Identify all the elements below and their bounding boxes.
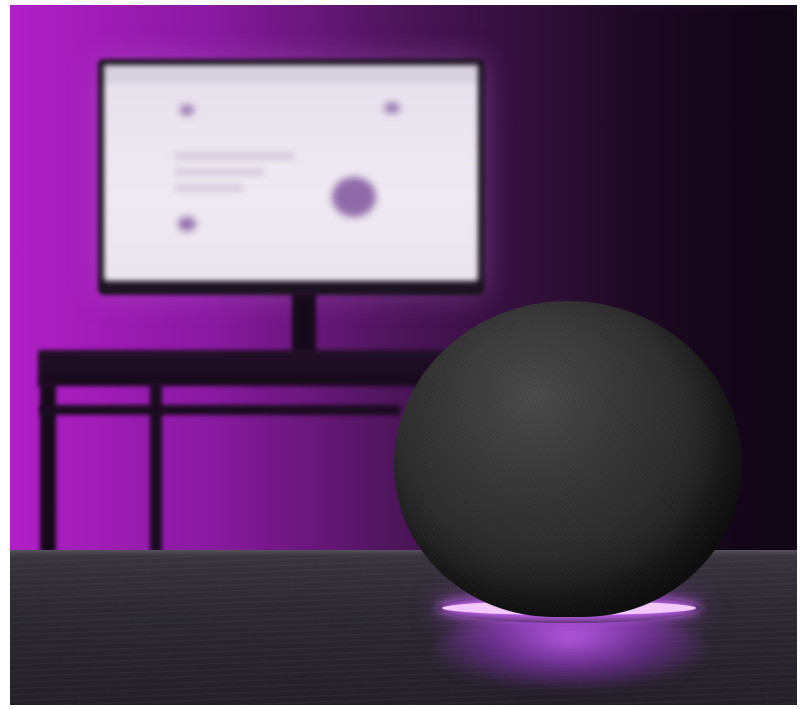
- screen-topbar: [104, 65, 478, 83]
- smart-speaker: [394, 301, 742, 617]
- screen-text-line: [174, 169, 264, 175]
- blurred-monitor: [98, 59, 484, 295]
- photo-frame: [10, 5, 797, 705]
- screen-text-line: [174, 185, 244, 191]
- light-ring-reflection: [436, 617, 704, 687]
- fabric-texture: [394, 301, 742, 617]
- screen-text-line: [174, 153, 294, 159]
- monitor-screen: [104, 65, 478, 281]
- screen-icon: [178, 217, 196, 231]
- desk-rail: [40, 405, 400, 415]
- screen-graphic: [332, 177, 376, 217]
- screen-icon: [180, 105, 194, 115]
- monitor-stand: [292, 293, 316, 357]
- screen-icon: [384, 103, 400, 113]
